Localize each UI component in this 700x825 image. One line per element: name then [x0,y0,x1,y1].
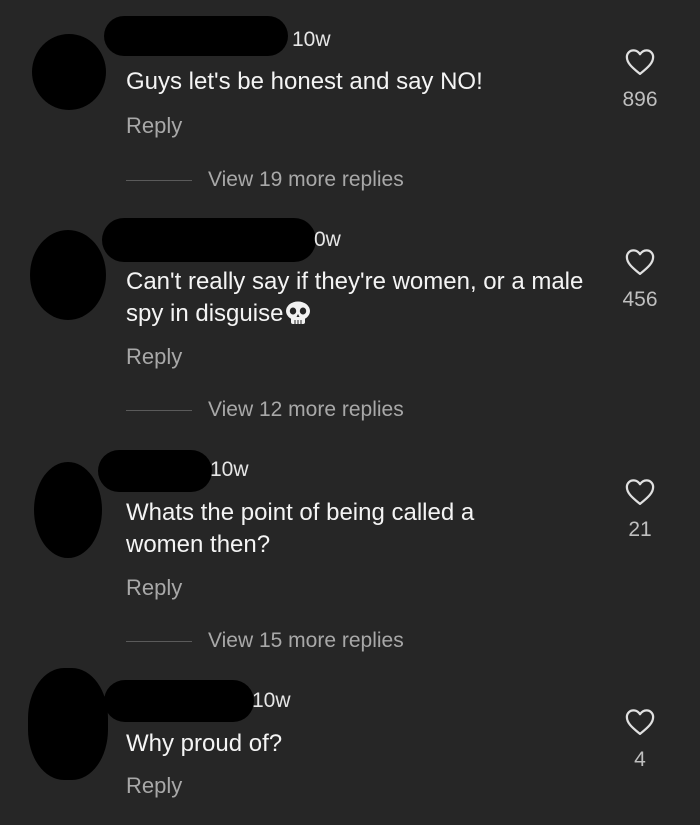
username-redacted[interactable] [104,680,254,722]
timestamp: 0w [314,228,341,251]
like-button[interactable]: 896 [612,48,668,112]
view-more-replies[interactable]: View 19 more replies [126,168,404,192]
like-button[interactable]: 21 [612,478,668,542]
like-count: 21 [628,518,652,541]
like-button[interactable]: 4 [612,708,668,772]
heart-outline-icon [625,49,655,75]
view-more-replies[interactable]: View 15 more replies [126,629,404,653]
heart-outline-icon [625,479,655,505]
reply-button[interactable]: Reply [126,575,182,601]
timestamp: 10w [292,28,331,51]
heart-outline-icon [625,709,655,735]
view-more-label: View 19 more replies [208,168,404,191]
divider-line [126,640,192,642]
avatar[interactable] [34,462,102,558]
timestamp: 10w [252,689,291,712]
view-more-label: View 12 more replies [208,398,404,421]
heart-outline-icon [625,249,655,275]
view-more-label: View 15 more replies [208,629,404,652]
like-count: 4 [634,748,646,771]
comment-text: Guys let's be honest and say NO! [126,68,483,95]
timestamp: 10w [210,458,249,481]
view-more-replies[interactable]: View 12 more replies [126,398,404,422]
divider-line [126,179,192,181]
reply-button[interactable]: Reply [126,344,182,370]
like-count: 456 [622,288,658,311]
comment-text: Why proud of? [126,730,283,757]
username-redacted[interactable] [102,218,316,262]
comment-text: Whats the point of being called a women … [126,499,475,558]
reply-button[interactable]: Reply [126,773,182,799]
username-redacted[interactable] [98,450,212,492]
comment-text: Can't really say if they're women, or a … [126,266,586,330]
divider-line [126,409,192,411]
skull-emoji [286,301,311,324]
avatar[interactable] [28,668,108,780]
username-redacted[interactable] [104,16,288,56]
avatar[interactable] [30,230,106,320]
avatar[interactable] [32,34,106,110]
comment-text-body: Can't really say if they're women, or a … [126,268,584,327]
reply-button[interactable]: Reply [126,113,182,139]
like-button[interactable]: 456 [612,248,668,312]
like-count: 896 [622,88,658,111]
